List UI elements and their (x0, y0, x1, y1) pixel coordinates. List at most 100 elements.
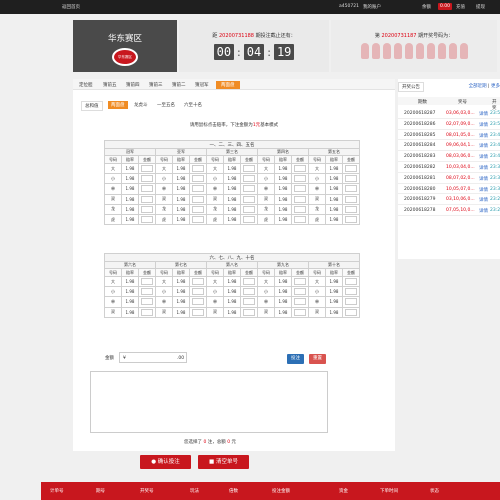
result-detail-link[interactable]: 详情 (479, 111, 488, 117)
result-row[interactable]: 20200618281 08,07,02,0... 详情 23:3 (398, 173, 500, 184)
amount-field[interactable] (141, 195, 153, 203)
odds-cell[interactable]: 1.98 (274, 173, 292, 185)
odds-cell[interactable]: 1.98 (172, 213, 190, 226)
tab-play-2[interactable]: 猜前五 (103, 82, 117, 88)
tab-play-3[interactable]: 猜前四 (126, 82, 140, 88)
result-row[interactable]: 20200618285 08,01,05,0... 详情 23:4 (398, 130, 500, 141)
amount-field[interactable] (243, 175, 255, 183)
result-row[interactable]: 20200618286 02,07,09,0... 详情 23:5 (398, 119, 500, 130)
result-detail-link[interactable]: 详情 (479, 133, 488, 139)
odds-cell[interactable]: 1.98 (223, 286, 241, 298)
result-row[interactable]: 20200618287 03,06,03,0... 详情 23:5 (398, 108, 500, 119)
amount-field[interactable] (141, 185, 153, 193)
odds-cell[interactable]: 1.98 (325, 213, 343, 226)
recharge-link[interactable]: 充值 (456, 4, 465, 10)
result-detail-link[interactable]: 详情 (479, 187, 488, 193)
amount-input[interactable]: ¥ .00 (119, 352, 187, 363)
odds-cell[interactable]: 1.98 (325, 286, 343, 298)
odds-cell[interactable]: 1.98 (325, 275, 343, 288)
odds-cell[interactable]: 1.98 (223, 173, 241, 185)
amount-field[interactable] (243, 308, 255, 316)
result-row[interactable]: 20200618283 08,03,06,0... 详情 23:4 (398, 151, 500, 162)
odds-cell[interactable]: 1.98 (325, 183, 343, 195)
more-link[interactable]: 更多 (491, 84, 500, 89)
result-row[interactable]: 20200618282 10,03,04,0... 详情 23:3 (398, 162, 500, 173)
amount-field[interactable] (141, 298, 153, 306)
amount-field[interactable] (192, 308, 204, 316)
tab-play-1[interactable]: 定位胆 (79, 82, 93, 88)
odds-cell[interactable]: 1.98 (325, 306, 343, 318)
withdraw-link[interactable]: 提现 (476, 4, 485, 10)
odds-cell[interactable]: 1.98 (325, 203, 343, 215)
odds-cell[interactable]: 1.98 (121, 173, 139, 185)
amount-field[interactable] (294, 175, 306, 183)
amount-field[interactable] (345, 216, 357, 224)
subtab-4[interactable]: 一至五名 (154, 101, 178, 109)
amount-field[interactable] (243, 195, 255, 203)
amount-field[interactable] (192, 298, 204, 306)
odds-cell[interactable]: 1.98 (325, 173, 343, 185)
amount-field[interactable] (192, 175, 204, 183)
result-detail-link[interactable]: 详情 (479, 197, 488, 203)
bet-list-textarea[interactable] (90, 371, 328, 433)
results-tab[interactable]: 开奖公告 (398, 82, 424, 92)
result-detail-link[interactable]: 详情 (479, 208, 488, 214)
amount-field[interactable] (345, 165, 357, 173)
amount-field[interactable] (141, 278, 153, 286)
amount-field[interactable] (294, 278, 306, 286)
odds-cell[interactable]: 1.98 (121, 193, 139, 205)
amount-field[interactable] (141, 205, 153, 213)
amount-field[interactable] (192, 216, 204, 224)
odds-cell[interactable]: 1.98 (274, 275, 292, 288)
amount-field[interactable] (294, 205, 306, 213)
result-detail-link[interactable]: 详情 (479, 176, 488, 182)
odds-cell[interactable]: 1.98 (274, 286, 292, 298)
amount-field[interactable] (141, 308, 153, 316)
amount-field[interactable] (345, 185, 357, 193)
result-detail-link[interactable]: 详情 (479, 143, 488, 149)
odds-cell[interactable]: 1.98 (172, 286, 190, 298)
amount-field[interactable] (192, 278, 204, 286)
amount-field[interactable] (243, 278, 255, 286)
result-detail-link[interactable]: 详情 (479, 165, 488, 171)
odds-cell[interactable]: 1.98 (223, 203, 241, 215)
amount-field[interactable] (141, 165, 153, 173)
amount-field[interactable] (243, 298, 255, 306)
amount-field[interactable] (345, 195, 357, 203)
result-row[interactable]: 20200618279 03,10,06,0... 详情 23:2 (398, 194, 500, 206)
odds-cell[interactable]: 1.98 (172, 306, 190, 318)
subtab-2[interactable]: 两面盘 (108, 101, 128, 109)
amount-field[interactable] (345, 278, 357, 286)
result-row[interactable]: 20200618278 07,05,10,0... 详情 23:2 (398, 205, 500, 216)
odds-cell[interactable]: 1.98 (121, 162, 139, 175)
amount-field[interactable] (243, 288, 255, 296)
reset-button[interactable]: 重置 (309, 354, 326, 364)
amount-field[interactable] (345, 288, 357, 296)
odds-cell[interactable]: 1.98 (172, 193, 190, 205)
result-detail-link[interactable]: 详情 (479, 122, 488, 128)
odds-cell[interactable]: 1.98 (172, 173, 190, 185)
amount-field[interactable] (141, 216, 153, 224)
amount-field[interactable] (345, 175, 357, 183)
odds-cell[interactable]: 1.98 (172, 203, 190, 215)
amount-field[interactable] (294, 165, 306, 173)
odds-cell[interactable]: 1.98 (223, 193, 241, 205)
subtab-3[interactable]: 龙虎斗 (131, 101, 151, 109)
bet-button[interactable]: 投注 (287, 354, 304, 364)
recent-link[interactable]: 全部近期 (469, 84, 487, 89)
amount-field[interactable] (294, 216, 306, 224)
odds-cell[interactable]: 1.98 (172, 275, 190, 288)
result-row[interactable]: 20200618280 10,05,07,0... 详情 23:3 (398, 184, 500, 195)
odds-cell[interactable]: 1.98 (121, 306, 139, 318)
result-row[interactable]: 20200618284 09,06,04,1... 详情 23:4 (398, 140, 500, 152)
odds-cell[interactable]: 1.98 (121, 286, 139, 298)
amount-field[interactable] (243, 185, 255, 193)
amount-field[interactable] (192, 185, 204, 193)
odds-cell[interactable]: 1.98 (325, 193, 343, 205)
amount-field[interactable] (192, 205, 204, 213)
odds-cell[interactable]: 1.98 (223, 275, 241, 288)
tab-play-7[interactable]: 两面盘 (216, 81, 240, 89)
amount-field[interactable] (294, 288, 306, 296)
odds-cell[interactable]: 1.98 (274, 193, 292, 205)
tab-play-4[interactable]: 猜前三 (149, 82, 163, 88)
